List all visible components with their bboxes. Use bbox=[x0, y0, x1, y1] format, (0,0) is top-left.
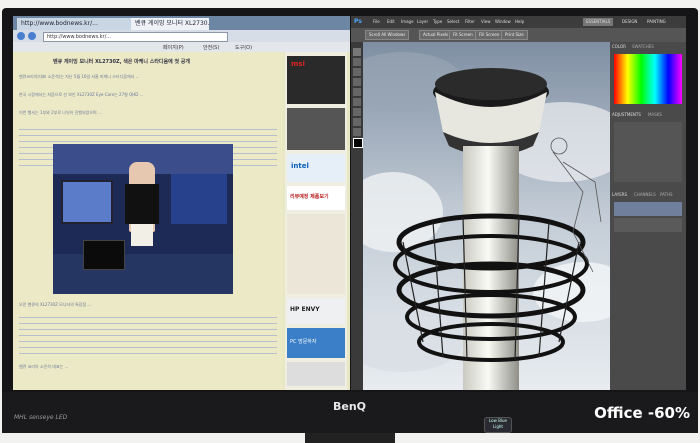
ad-banner[interactable] bbox=[287, 108, 345, 150]
marquee-tool-icon[interactable] bbox=[353, 58, 361, 66]
back-icon[interactable] bbox=[17, 32, 25, 40]
layers-panel-tab[interactable]: LAYERS bbox=[612, 192, 627, 197]
browser-tab-bar: http://www.bodnews.kr/... 벤큐 게이밍 모니터 XL2… bbox=[13, 16, 350, 30]
address-bar[interactable]: http://www.bodnews.kr/... bbox=[43, 32, 228, 42]
hand-tool-icon[interactable] bbox=[353, 118, 361, 126]
tower-photo bbox=[363, 42, 610, 390]
workspace-design[interactable]: DESIGN bbox=[619, 18, 640, 26]
menu-item-layer[interactable]: Layer bbox=[417, 19, 428, 24]
photoshop-window: Ps File Edit Image Layer Type Select Fil… bbox=[351, 16, 686, 390]
menu-item-window[interactable]: Window bbox=[495, 19, 511, 24]
crop-tool-icon[interactable] bbox=[353, 78, 361, 86]
ad-banner[interactable]: 리뷰예정 제품보기 bbox=[287, 186, 345, 210]
menu-item-help[interactable]: Help bbox=[515, 19, 524, 24]
article-text-block bbox=[19, 314, 277, 354]
monitor-brand-logo: BenQ bbox=[333, 400, 367, 413]
article-photo bbox=[53, 144, 233, 294]
article-paragraph: 벤큐 코리아 소윤석 대표는 ... bbox=[19, 364, 69, 369]
masks-panel-tab[interactable]: MASKS bbox=[648, 112, 662, 117]
ad-banner[interactable]: intel bbox=[287, 154, 345, 182]
low-blue-light-button[interactable]: Low Blue Light bbox=[484, 417, 512, 433]
menu-item-view[interactable]: View bbox=[481, 19, 491, 24]
scroll-all-windows-checkbox[interactable]: Scroll All Windows bbox=[365, 30, 410, 40]
article-paragraph: 한국 시장에서는 처음으로 선 보인 XL2730Z Eye-Care는 27형… bbox=[19, 92, 144, 97]
ad-banner[interactable]: PC 방문하자 bbox=[287, 328, 345, 358]
fill-screen-button[interactable]: Fill Screen bbox=[475, 30, 504, 40]
article-paragraph: 오전 벤큐의 XL2730Z 모니터의 특장점 ... bbox=[19, 302, 92, 307]
text-tool-icon[interactable] bbox=[353, 108, 361, 116]
actual-pixels-button[interactable]: Actual Pixels bbox=[419, 30, 453, 40]
menu-item-select[interactable]: Select bbox=[447, 19, 459, 24]
eraser-tool-icon[interactable] bbox=[353, 98, 361, 106]
paths-panel-tab[interactable]: PATHS bbox=[660, 192, 673, 197]
photoshop-toolbox bbox=[351, 42, 363, 390]
layer-row[interactable] bbox=[614, 202, 682, 216]
article-title: 벤큐 게이밍 모니터 XL2730Z, 색은 마케니 스타디움에 첫 공개 bbox=[53, 59, 191, 65]
favorites-item[interactable]: 안전(S) bbox=[203, 44, 219, 51]
forward-icon[interactable] bbox=[28, 32, 36, 40]
photoshop-canvas[interactable] bbox=[363, 42, 610, 390]
menu-item-edit[interactable]: Edit bbox=[387, 19, 395, 24]
ps-logo: Ps bbox=[354, 18, 362, 25]
menu-item-filter[interactable]: Filter bbox=[465, 19, 475, 24]
brush-tool-icon[interactable] bbox=[353, 88, 361, 96]
browser-window: http://www.bodnews.kr/... 벤큐 게이밍 모니터 XL2… bbox=[13, 16, 350, 390]
menu-item-file[interactable]: File bbox=[373, 19, 380, 24]
browser-tab-1[interactable]: http://www.bodnews.kr/... bbox=[17, 18, 135, 30]
channels-panel-tab[interactable]: CHANNELS bbox=[634, 192, 656, 197]
adjustments-grid[interactable] bbox=[614, 122, 682, 182]
favorites-item[interactable]: 페이지(P) bbox=[163, 44, 184, 51]
color-picker[interactable] bbox=[614, 54, 682, 104]
ad-banner[interactable]: msi bbox=[287, 56, 345, 104]
layer-row[interactable] bbox=[614, 218, 682, 232]
zoom-tool-icon[interactable] bbox=[353, 128, 361, 136]
foreground-color-swatch[interactable] bbox=[353, 138, 363, 148]
workspace-painting[interactable]: PAINTING bbox=[644, 18, 669, 26]
menu-item-image[interactable]: Image bbox=[401, 19, 414, 24]
browser-tab-2[interactable]: 벤큐 게이밍 모니터 XL2730... bbox=[131, 18, 209, 30]
color-panel-tab[interactable]: COLOR bbox=[612, 44, 626, 49]
photoshop-options-bar: Scroll All Windows Actual Pixels Fit Scr… bbox=[351, 28, 686, 42]
favorites-item[interactable]: 도구(O) bbox=[235, 44, 252, 51]
article-paragraph: 벤큐코리아(대표 소윤석)는 지난 5월 16일 서울 마케니 스타디움에서 .… bbox=[19, 74, 140, 79]
move-tool-icon[interactable] bbox=[353, 48, 361, 56]
print-size-button[interactable]: Print Size bbox=[501, 30, 528, 40]
monitor-stand bbox=[305, 433, 395, 443]
monitor-feature-logos: MHL senseye LED bbox=[14, 414, 68, 421]
fit-screen-button[interactable]: Fit Screen bbox=[449, 30, 477, 40]
photoshop-menu-bar: Ps File Edit Image Layer Type Select Fil… bbox=[351, 16, 686, 28]
menu-item-type[interactable]: Type bbox=[433, 19, 442, 24]
ad-banner[interactable] bbox=[287, 214, 345, 294]
swatches-panel-tab[interactable]: SWATCHES bbox=[632, 44, 654, 49]
ad-banner[interactable]: HP ENVY bbox=[287, 298, 345, 324]
ad-banner[interactable] bbox=[287, 362, 345, 386]
workspace-essentials[interactable]: ESSENTIALS bbox=[583, 18, 614, 26]
article-paragraph: 이번 행사는 1부와 2부로 나뉘어 진행되었으며 ... bbox=[19, 110, 102, 115]
ad-column: msi intel 리뷰예정 제품보기 HP ENVY PC 방문하자 bbox=[285, 52, 347, 390]
adjustments-panel-tab[interactable]: ADJUSTMENTS bbox=[612, 112, 641, 117]
mode-overlay-label: Office -60% bbox=[594, 404, 690, 422]
favorites-bar: 페이지(P) 안전(S) 도구(O) bbox=[13, 42, 350, 52]
photoshop-panels: COLOR SWATCHES ADJUSTMENTS MASKS LAYERS … bbox=[610, 42, 686, 390]
lasso-tool-icon[interactable] bbox=[353, 68, 361, 76]
